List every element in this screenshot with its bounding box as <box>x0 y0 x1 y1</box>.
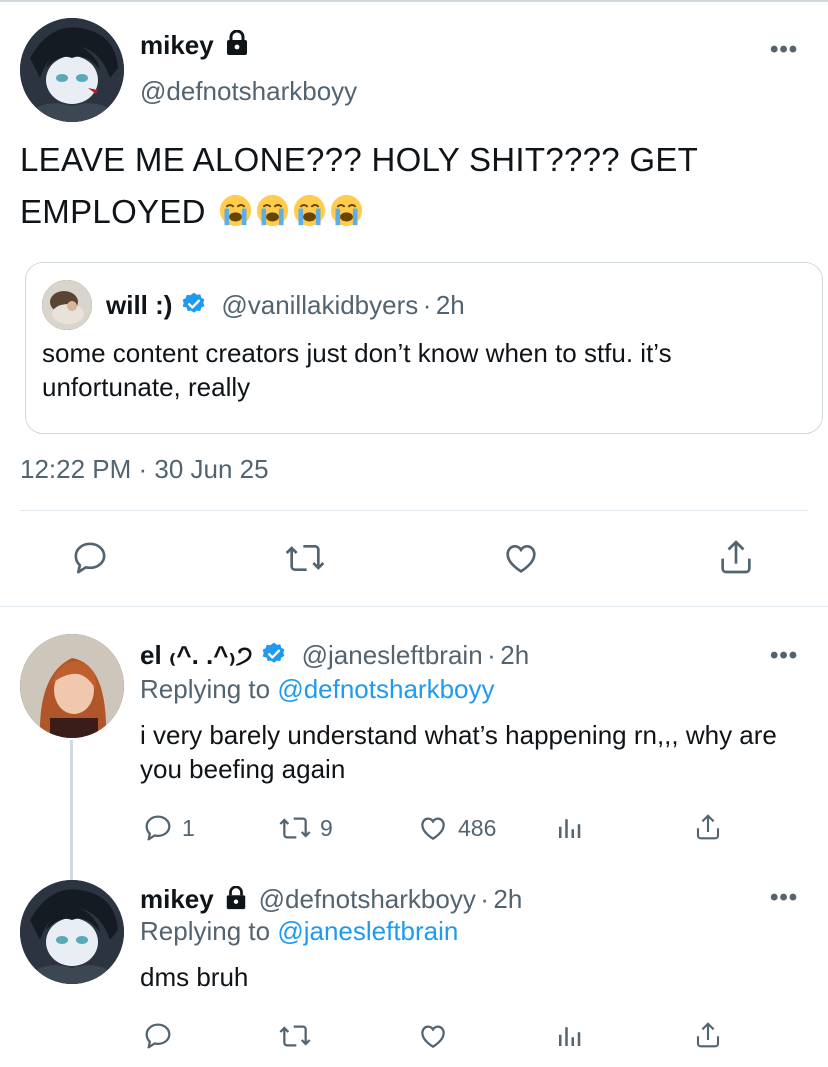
quoted-tweet-text: some content creators just don’t know wh… <box>42 338 672 402</box>
author-name-row: mikey <box>140 29 250 61</box>
retweet-button[interactable] <box>276 1020 314 1052</box>
lock-icon <box>224 885 248 915</box>
reply-2-replying-to: Replying to @janesleftbrain <box>140 916 458 947</box>
loudly-crying-face-icon <box>257 194 289 227</box>
reply-button[interactable] <box>70 538 110 578</box>
verified-badge-icon <box>261 641 287 672</box>
analytics-button[interactable] <box>554 1020 584 1052</box>
quoted-time: 2h <box>435 290 465 320</box>
loudly-crying-face-icon <box>294 194 326 227</box>
like-button[interactable] <box>416 1020 450 1052</box>
reply-count: 1 <box>182 814 195 841</box>
like-count: 486 <box>458 814 497 841</box>
reply-2-handle[interactable]: @defnotsharkboyy <box>259 884 476 914</box>
quoted-author-handle: @vanillakidbyers <box>221 290 419 320</box>
lock-icon <box>224 29 250 61</box>
quoted-separator: · <box>422 290 432 320</box>
reply-2-header: mikey @defnotsharkboyy · 2h <box>140 884 522 915</box>
analytics-button[interactable] <box>554 812 584 844</box>
reply-1-text: i very barely understand what’s happenin… <box>140 720 777 784</box>
retweet-button[interactable] <box>283 538 327 578</box>
author-avatar[interactable] <box>20 18 124 122</box>
share-button[interactable] <box>693 1018 723 1052</box>
like-button[interactable] <box>500 538 542 578</box>
retweet-count: 9 <box>320 814 333 841</box>
more-options-icon[interactable]: ••• <box>770 642 798 670</box>
loudly-crying-face-icon <box>220 194 252 227</box>
thread-line <box>70 740 73 880</box>
actions-divider <box>0 606 828 607</box>
reply-2-separator: · <box>480 884 489 914</box>
replying-prefix: Replying to <box>140 916 271 946</box>
share-button[interactable] <box>693 810 723 844</box>
reply-1-handle[interactable]: @janesleftbrain <box>302 640 483 670</box>
author-handle[interactable]: @defnotsharkboyy <box>140 76 357 107</box>
like-button[interactable]: 486 <box>416 812 496 844</box>
tweet-timestamp[interactable]: 12:22 PM · 30 Jun 25 <box>20 454 269 485</box>
reply-1-replying-to: Replying to @defnotsharkboyy <box>140 674 495 705</box>
reply-2-text: dms bruh <box>140 962 249 992</box>
reply-button[interactable]: 1 <box>142 812 195 844</box>
retweet-button[interactable]: 9 <box>276 812 333 844</box>
more-options-icon[interactable]: ••• <box>770 884 798 912</box>
reply-1-avatar[interactable] <box>20 634 124 738</box>
reply-2-time: 2h <box>493 884 523 914</box>
timestamp-divider <box>20 510 808 511</box>
quoted-author-avatar <box>42 280 92 330</box>
top-divider <box>0 0 828 2</box>
more-options-icon[interactable]: ••• <box>770 36 798 64</box>
share-button[interactable] <box>716 536 756 578</box>
tweet-text: LEAVE ME ALONE??? HOLY SHIT???? GET EMPL… <box>20 134 800 238</box>
reply-2-avatar[interactable] <box>20 880 124 984</box>
reply-button[interactable] <box>142 1020 174 1052</box>
quoted-author-name: will :) <box>106 290 173 320</box>
author-name[interactable]: mikey <box>140 30 214 60</box>
replying-to-link[interactable]: @defnotsharkboyy <box>277 674 494 704</box>
emoji-group <box>215 193 363 230</box>
reply-1-time: 2h <box>500 640 530 670</box>
replying-to-link[interactable]: @janesleftbrain <box>277 916 458 946</box>
reply-1-separator: · <box>487 640 496 670</box>
quoted-header: will :) @vanillakidbyers · 2h <box>106 290 465 322</box>
reply-1-author-name[interactable]: el ₍^. .^₎੭ <box>140 640 253 670</box>
reply-2-author-name[interactable]: mikey <box>140 884 214 914</box>
verified-badge-icon <box>181 291 207 322</box>
loudly-crying-face-icon <box>331 194 363 227</box>
reply-1-header: el ₍^. .^₎੭ @janesleftbrain · 2h <box>140 640 529 672</box>
replying-prefix: Replying to <box>140 674 271 704</box>
